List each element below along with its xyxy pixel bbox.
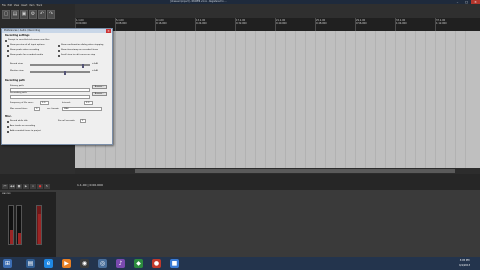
app-icon[interactable]: ♪ <box>116 259 125 268</box>
record-icon[interactable]: ● <box>37 184 43 189</box>
track-fader[interactable] <box>36 205 42 245</box>
explorer-icon[interactable]: ▤ <box>26 259 35 268</box>
app2-icon[interactable]: ◆ <box>134 259 143 268</box>
max-time-field[interactable]: 0 <box>34 107 40 111</box>
freq-field[interactable]: 5.0 <box>40 101 49 105</box>
dialog-close-button[interactable]: ✕ <box>106 29 111 33</box>
section-misc: Misc. <box>5 115 12 118</box>
mixer-panel <box>0 190 480 257</box>
interval-label: Interval: <box>62 102 71 104</box>
media-icon[interactable]: ▶ <box>62 259 71 268</box>
pause-icon[interactable]: ⏸ <box>30 184 36 189</box>
checkbox-timestamp[interactable]: Show timestamp on recorded items <box>58 49 98 52</box>
slider2-label: Monitor view: <box>10 70 24 72</box>
ruler-label: 29.1.00 0:56.000 <box>356 19 367 25</box>
start-icon[interactable]: ⊞ <box>3 259 12 268</box>
reaper-task-icon[interactable]: ◉ <box>80 259 89 268</box>
undo-icon[interactable]: ↶ <box>38 10 46 19</box>
ruler-label: 9.1.00 0:16.000 <box>156 19 167 25</box>
checkbox-preview[interactable]: Show preview of all input options <box>7 44 45 47</box>
master-label: MASTER <box>2 193 11 195</box>
clock-date: 6/1/2013 <box>459 264 470 267</box>
format-select[interactable]: WAV <box>62 107 102 111</box>
redo-icon[interactable]: ↷ <box>47 10 55 19</box>
preroll-label: Pre-roll seconds: <box>58 120 76 122</box>
ruler-label: 13.1.00 0:24.000 <box>196 19 207 25</box>
checkbox-peaks-media[interactable]: Show peaks for recorded media <box>7 54 43 57</box>
checkbox-prompt-save[interactable]: Prompt to save/delete/rename new files <box>5 39 50 42</box>
browse-primary-button[interactable]: Browse... <box>92 85 107 89</box>
timeline-ruler[interactable]: 1.1.00 0:00.000 5.1.00 0:08.000 9.1.00 0… <box>75 18 480 31</box>
secondary-path-field[interactable] <box>10 95 90 99</box>
save-project-icon[interactable]: ▣ <box>20 10 28 19</box>
ruler-label: 5.1.00 0:08.000 <box>116 19 127 25</box>
new-project-icon[interactable]: ▢ <box>2 10 10 19</box>
system-clock[interactable]: 3:05 PM 6/1/2013 <box>459 258 470 268</box>
go-to-start-icon[interactable]: ⏮ <box>2 184 8 189</box>
window-controls: – □ ✕ <box>453 0 480 4</box>
preroll-field[interactable]: 2 <box>80 119 86 123</box>
section-paths: Recording path <box>5 79 25 82</box>
ruler-label: 25.1.00 0:48.000 <box>316 19 327 25</box>
checkbox-arm-tracks[interactable]: Arm tracks on recording <box>7 125 35 128</box>
arrange-view[interactable] <box>75 31 480 174</box>
slider1-label: Record view: <box>10 63 24 65</box>
ruler-label: 17.1.00 0:32.000 <box>236 19 247 25</box>
browse-secondary-button[interactable]: Browse... <box>92 92 107 96</box>
windows-taskbar <box>0 257 480 270</box>
reaper-window: [Unsaved project] - REAPER v4.xx - Regis… <box>0 0 480 270</box>
main-toolbar: ▢ ▤ ▣ ⚙ ↶ ↷ <box>0 8 75 28</box>
checkbox-add-items[interactable]: Add recorded items to project <box>7 130 41 133</box>
rewind-icon[interactable]: ◀◀ <box>9 184 15 189</box>
time-display: 1.1.00 | 0:00.000 <box>77 183 103 187</box>
ruler-label: 37.1.00 1:12.000 <box>436 19 447 25</box>
stop-icon[interactable]: ■ <box>16 184 22 189</box>
slider2-value: +0dB <box>92 70 98 72</box>
record-view-slider[interactable] <box>30 64 90 68</box>
app4-icon[interactable]: ■ <box>170 259 179 268</box>
repeat-icon[interactable]: ↻ <box>44 184 50 189</box>
interval-field[interactable]: 5.0 <box>84 101 93 105</box>
max-time-label: Max record time: <box>10 108 28 110</box>
ruler-label: 1.1.00 0:00.000 <box>76 19 87 25</box>
checkbox-scroll-view[interactable]: Scroll view to edit cursor on stop <box>58 54 95 57</box>
monitor-view-slider[interactable] <box>30 71 90 75</box>
preferences-dialog: Preferences / Audio / Recording ✕ Record… <box>1 28 113 145</box>
section-recording: Recording settings <box>5 34 30 37</box>
minimize-button[interactable]: – <box>453 0 462 4</box>
transport-bar: ⏮ ◀◀ ■ ▶ ⏸ ● ↻ <box>0 174 480 190</box>
settings-icon[interactable]: ⚙ <box>29 10 37 19</box>
ruler-label: 21.1.00 0:40.000 <box>276 19 287 25</box>
checkbox-record-idle[interactable]: Record while idle <box>7 120 28 123</box>
freq-label: Frequency of file save: <box>10 102 34 104</box>
master-fader-left[interactable] <box>8 205 14 245</box>
browser-icon[interactable]: e <box>44 259 53 268</box>
ruler-label: 33.1.00 1:04.000 <box>396 19 407 25</box>
window-title: [Unsaved project] - REAPER v4.xx - Regis… <box>170 0 227 3</box>
slider1-value: +0dB <box>92 63 98 65</box>
maximize-button[interactable]: □ <box>462 0 471 4</box>
master-fader-right[interactable] <box>16 205 22 245</box>
steam-icon[interactable]: ◎ <box>98 259 107 268</box>
checkbox-peaks-recording[interactable]: Show peaks when recording <box>7 49 39 52</box>
app3-icon[interactable]: ● <box>152 259 161 268</box>
dialog-title: Preferences / Audio / Recording <box>2 29 112 33</box>
format-label: rec. format: <box>47 108 60 110</box>
checkbox-confirm-stop[interactable]: Show confirmation dialog when stopping <box>58 44 103 47</box>
close-button[interactable]: ✕ <box>471 0 480 4</box>
play-icon[interactable]: ▶ <box>23 184 29 189</box>
open-project-icon[interactable]: ▤ <box>11 10 19 19</box>
scrollbar-thumb[interactable] <box>135 169 455 173</box>
